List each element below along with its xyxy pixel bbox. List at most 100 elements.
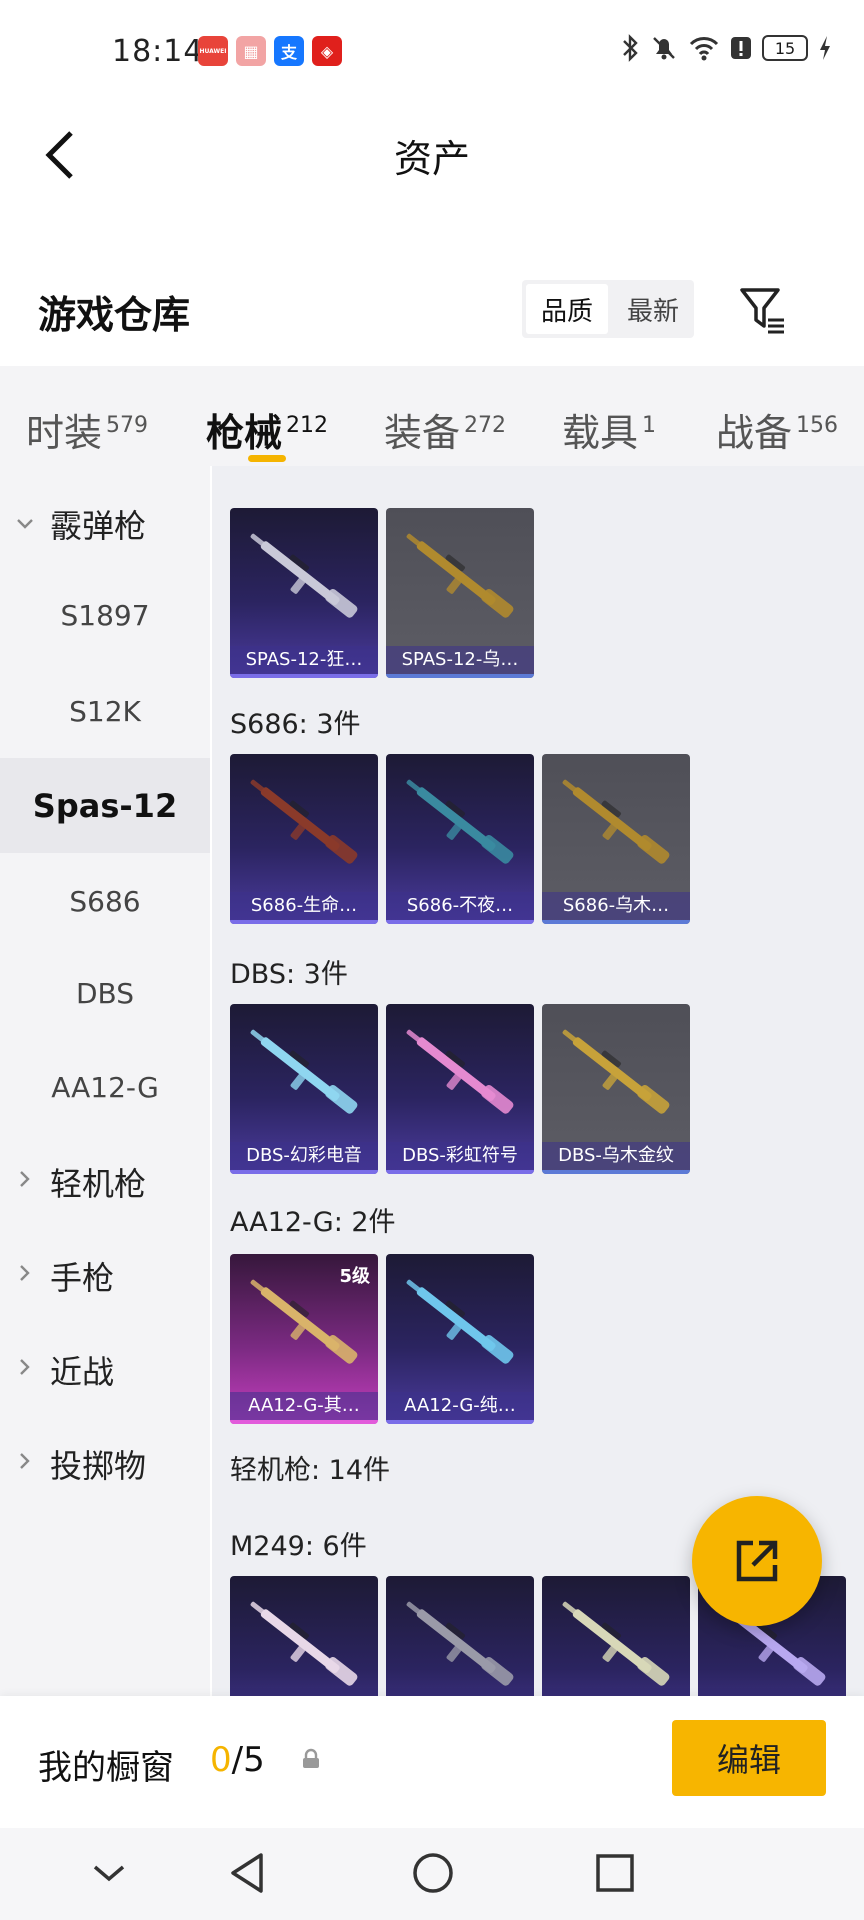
rarity-bar xyxy=(386,920,534,924)
weapon-group-label: DBS: 3件 xyxy=(230,959,348,990)
tab-fashion[interactable]: 时装 579 xyxy=(26,402,148,457)
weapon-skin-name: AA12-G-其… xyxy=(230,1392,378,1420)
sidebar-item-weapon[interactable]: Spas-12 xyxy=(0,758,210,853)
tab-weapons[interactable]: 枪械 212 xyxy=(206,402,328,457)
nav-back-button[interactable] xyxy=(212,1838,282,1908)
rarity-bar xyxy=(386,1420,534,1424)
rarity-bar xyxy=(230,920,378,924)
weapon-skin-card[interactable]: SPAS-12-乌… xyxy=(386,508,534,678)
share-icon xyxy=(736,1540,778,1582)
weapon-skin-card[interactable]: S686-不夜… xyxy=(386,754,534,924)
wifi-icon xyxy=(689,37,719,61)
status-time: 18:14 xyxy=(112,34,204,69)
weapon-image xyxy=(406,1029,514,1114)
box-app-icon: ▦ xyxy=(236,36,266,66)
bluetooth-icon xyxy=(623,34,638,62)
sidebar-item-label: AA12-G xyxy=(51,1071,159,1104)
weapon-image xyxy=(406,1601,514,1686)
weapon-image xyxy=(250,1029,358,1114)
weapon-skin-name: AA12-G-纯… xyxy=(386,1392,534,1420)
sidebar-item-label: S1897 xyxy=(60,599,150,632)
tab-equipment[interactable]: 装备 272 xyxy=(384,402,506,457)
alipay-app-icon: 支 xyxy=(274,36,304,66)
filter-button[interactable] xyxy=(738,284,788,336)
sidebar-item-label: 手枪 xyxy=(50,1258,115,1297)
chevron-right-icon xyxy=(0,1451,50,1476)
alert-icon xyxy=(731,37,751,59)
red-app-icon: ◈ xyxy=(312,36,342,66)
weapon-skin-card[interactable]: 5级 AA12-G-其… xyxy=(230,1254,378,1424)
sort-newest-button[interactable]: 最新 xyxy=(612,284,694,334)
weapon-image xyxy=(562,779,670,864)
nav-home-button[interactable] xyxy=(398,1838,468,1908)
weapon-skin-card[interactable]: S686-乌木… xyxy=(542,754,690,924)
rarity-bar xyxy=(542,920,690,924)
showcase-count: 0/5 xyxy=(210,1740,265,1780)
nav-collapse-button[interactable] xyxy=(74,1838,144,1908)
weapon-skin-card[interactable]: S686-生命… xyxy=(230,754,378,924)
weapon-skin-name: S686-乌木… xyxy=(542,892,690,920)
square-recents-icon xyxy=(596,1854,634,1892)
weapon-skin-card[interactable]: DBS-幻彩电音 xyxy=(230,1004,378,1174)
sidebar-item-label: 轻机枪 xyxy=(50,1164,147,1203)
sort-toggle: 品质 最新 xyxy=(522,280,694,338)
rarity-bar xyxy=(542,1170,690,1174)
chevron-down-icon xyxy=(0,511,50,536)
weapon-category-label: 轻机枪: 14件 xyxy=(230,1455,391,1486)
rarity-bar xyxy=(230,1420,378,1424)
battery-icon: 15 xyxy=(762,35,808,61)
weapon-skin-card[interactable]: DBS-彩虹符号 xyxy=(386,1004,534,1174)
rarity-bar xyxy=(230,1170,378,1174)
sidebar-item-label: DBS xyxy=(75,977,135,1010)
showcase-label: 我的橱窗 xyxy=(38,1748,174,1788)
status-app-icons: HUAWEI ▦ 支 ◈ xyxy=(198,36,342,66)
charging-icon xyxy=(820,36,830,60)
share-fab[interactable] xyxy=(692,1496,822,1626)
weapon-group-label: S686: 3件 xyxy=(230,709,361,740)
showcase-current: 0 xyxy=(210,1740,232,1780)
weapon-image xyxy=(250,533,358,618)
rarity-bar xyxy=(386,1170,534,1174)
weapon-group-label: M249: 6件 xyxy=(230,1531,367,1562)
weapon-image xyxy=(406,1279,514,1364)
sidebar-item-weapon[interactable]: S12K xyxy=(0,654,210,769)
status-indicators: 15 xyxy=(620,34,832,62)
weapon-skin-card[interactable]: SPAS-12-狂… xyxy=(230,508,378,678)
weapon-image xyxy=(562,1601,670,1686)
weapon-image xyxy=(250,779,358,864)
lock-icon xyxy=(303,1748,319,1768)
category-tabs: 时装 579 枪械 212 装备 272 载具 1 战备 156 xyxy=(0,366,864,466)
back-arrow-icon xyxy=(45,131,73,179)
weapon-skin-name: DBS-乌木金纹 xyxy=(542,1142,690,1170)
weapon-skin-name: DBS-彩虹符号 xyxy=(386,1142,534,1170)
active-tab-indicator xyxy=(248,455,286,462)
huawei-app-icon: HUAWEI xyxy=(198,36,228,66)
weapon-skin-name: S686-生命… xyxy=(230,892,378,920)
section-title: 游戏仓库 xyxy=(38,293,191,337)
weapon-skin-card[interactable]: DBS-乌木金纹 xyxy=(542,1004,690,1174)
weapon-skin-name: DBS-幻彩电音 xyxy=(230,1142,378,1170)
sort-quality-button[interactable]: 品质 xyxy=(526,284,608,334)
sidebar-item-label: 近战 xyxy=(50,1352,115,1391)
triangle-back-icon xyxy=(231,1853,263,1893)
nav-recents-button[interactable] xyxy=(580,1838,650,1908)
weapon-skin-name: SPAS-12-乌… xyxy=(386,646,534,674)
weapon-skin-card[interactable] xyxy=(386,1576,534,1696)
sidebar-item-category[interactable]: 投掷物 xyxy=(0,1406,210,1521)
weapon-skin-card[interactable]: AA12-G-纯… xyxy=(386,1254,534,1424)
edit-showcase-button[interactable]: 编辑 xyxy=(672,1720,826,1796)
weapon-type-sidebar: 霰弹枪 S1897 S12K Spas-12 S686 DBS AA12-G 轻机枪 手枪 近战投… xyxy=(0,466,210,1696)
chevron-right-icon xyxy=(0,1169,50,1194)
weapon-skin-name: S686-不夜… xyxy=(386,892,534,920)
back-button[interactable] xyxy=(30,120,90,190)
system-nav-bar xyxy=(0,1828,864,1920)
tab-supplies[interactable]: 战备 156 xyxy=(716,402,838,457)
weapon-skin-card[interactable] xyxy=(542,1576,690,1696)
sidebar-item-label: 霰弹枪 xyxy=(50,506,147,545)
level-badge: 5级 xyxy=(339,1266,370,1287)
showcase-max: /5 xyxy=(231,1740,265,1780)
status-bar: 18:14 HUAWEI ▦ 支 ◈ 15 xyxy=(0,0,864,104)
weapon-skin-card[interactable] xyxy=(230,1576,378,1696)
tab-vehicles[interactable]: 载具 1 xyxy=(562,402,656,457)
weapon-image xyxy=(406,779,514,864)
